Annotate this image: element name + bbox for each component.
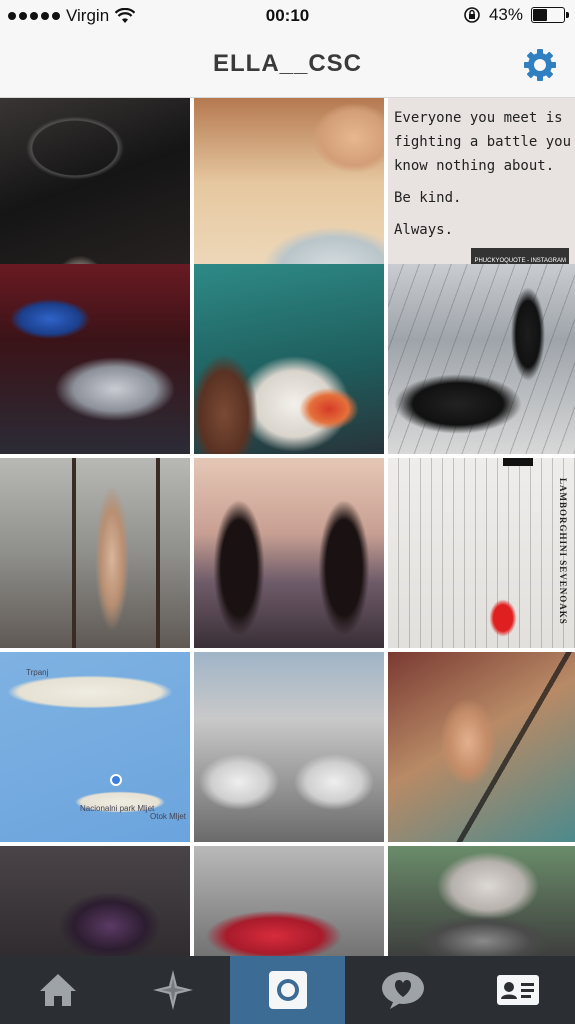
page-title: ELLA__CSC	[212, 50, 363, 77]
status-bar: Virgin 00:10 43%	[0, 0, 575, 32]
tab-home[interactable]	[0, 956, 115, 1024]
gear-icon[interactable]	[521, 46, 559, 84]
tab-camera[interactable]	[230, 956, 345, 1024]
photo-grid: Everyone you meet is fighting a battle y…	[0, 98, 575, 956]
photo-tile[interactable]	[0, 98, 190, 288]
photo-tile[interactable]	[194, 458, 384, 648]
map-tile[interactable]: Trpanj Nacionalni park Mljet Otok Mljet	[0, 652, 190, 842]
quote-line: Be kind.	[394, 190, 462, 206]
photo-tile[interactable]	[194, 98, 384, 288]
profile-card-icon	[496, 975, 539, 1005]
orientation-lock-icon	[464, 7, 480, 23]
bottom-tab-bar	[0, 956, 575, 1024]
quote-tile[interactable]: Everyone you meet is fighting a battle y…	[388, 98, 575, 288]
status-right: 43%	[463, 5, 569, 25]
photo-tile[interactable]	[388, 846, 575, 956]
profile-header: ELLA__CSC	[0, 32, 575, 98]
battery-icon	[531, 7, 569, 23]
location-pin-icon	[110, 774, 122, 786]
tab-profile[interactable]	[460, 956, 575, 1024]
tab-explore[interactable]	[115, 956, 230, 1024]
quote-line: know nothing about.	[394, 158, 555, 174]
photo-tile[interactable]	[0, 458, 190, 648]
quote-line: Everyone you meet is	[394, 110, 563, 126]
battery-percent: 43%	[488, 5, 523, 24]
photo-tile[interactable]	[0, 846, 190, 956]
battery-level	[533, 9, 547, 21]
quote-line: fighting a battle you	[394, 134, 572, 150]
photo-tile[interactable]	[194, 264, 384, 454]
photo-tile[interactable]	[388, 264, 575, 454]
photo-tile[interactable]	[388, 652, 575, 842]
document-label: LAMBORGHINI SEVENOAKS	[558, 478, 568, 625]
photo-tile[interactable]	[194, 846, 384, 956]
document-tile[interactable]: LAMBORGHINI SEVENOAKS	[388, 458, 575, 648]
tab-activity[interactable]	[345, 956, 460, 1024]
home-icon	[39, 974, 76, 1006]
compass-star-icon	[152, 970, 193, 1010]
camera-icon	[268, 971, 307, 1009]
heart-bubble-icon	[381, 972, 424, 1009]
photo-tile[interactable]	[0, 264, 190, 454]
quote-line: Always.	[394, 222, 454, 238]
photo-tile[interactable]	[194, 652, 384, 842]
